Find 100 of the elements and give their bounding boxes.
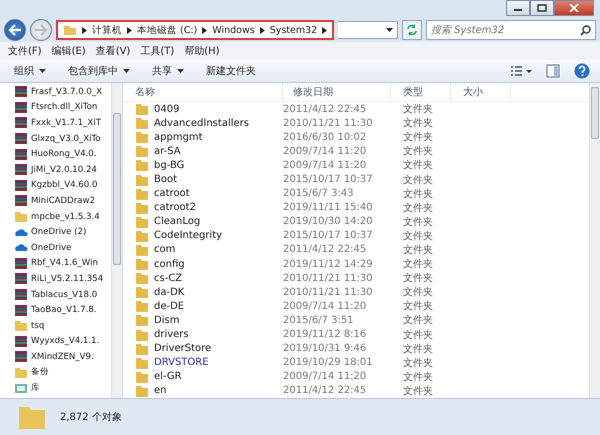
scrollbar[interactable] (589, 83, 600, 398)
menu-item[interactable]: 工具(T) (140, 44, 174, 60)
menu-item[interactable]: 帮助(H) (184, 44, 220, 60)
sidebar-item[interactable]: RiLi_V5.2.11.354 (0, 271, 111, 287)
file-name[interactable]: drivers (123, 328, 283, 341)
file-name[interactable]: catroot (123, 188, 283, 200)
sidebar-item[interactable]: Wyyxds_V4.1.1. (0, 334, 111, 350)
folder-icon (135, 202, 149, 214)
search-icon (580, 25, 591, 36)
toolbar-button[interactable]: 共享 (146, 62, 190, 80)
preview-pane-button[interactable] (544, 64, 562, 78)
search-field[interactable]: 搜索 System32 (426, 20, 596, 40)
menu-item[interactable]: 查看(V) (96, 44, 130, 60)
file-name[interactable]: CodeIntegrity (123, 230, 283, 242)
scrollbar[interactable] (111, 83, 122, 398)
sidebar-item[interactable]: Tablacus_V18.0 (0, 286, 111, 302)
sidebar-item[interactable]: Kgzbbl_V4.60.0 (0, 178, 111, 194)
folder-icon (135, 188, 149, 200)
archive-icon (14, 116, 28, 130)
table-cell-text: 文件夹 (402, 370, 434, 384)
table-cell-text: 2010/11/21 11:30 (283, 272, 374, 284)
sidebar-item[interactable]: mpcbe_v1.5.3.4 (0, 208, 111, 224)
file-name[interactable]: cs-CZ (123, 272, 283, 284)
file-name[interactable]: CleanLog (123, 216, 283, 228)
toolbar-button[interactable]: 组织 (8, 62, 52, 80)
file-name[interactable]: ar-SA (123, 145, 283, 158)
breadcrumb[interactable]: 计算机 (92, 24, 122, 36)
file-name[interactable]: Dism (123, 314, 283, 326)
minimize-button[interactable] (506, 0, 530, 16)
sidebar-item[interactable]: MiniCADDraw2 (0, 193, 111, 209)
file-name[interactable]: Boot (123, 174, 283, 186)
sidebar-item[interactable]: tsq (0, 318, 111, 334)
folder-icon (135, 286, 149, 298)
table-cell-text: 文件夹 (402, 384, 434, 398)
maximize-button[interactable] (530, 0, 554, 16)
file-name[interactable]: DRVSTORE (123, 356, 283, 369)
sidebar-item[interactable]: 库 (0, 380, 111, 396)
archive-icon (14, 272, 28, 286)
menu-item[interactable]: 文件(F) (8, 44, 42, 60)
table-cell-text: 文件夹 (402, 202, 434, 215)
breadcrumb[interactable]: 本地磁盘 (C:) (137, 24, 198, 36)
forward-button[interactable] (30, 19, 52, 41)
archive-icon (14, 304, 28, 317)
table-cell-text: 2016/6/30 10:02 (283, 132, 368, 143)
folder-icon (135, 300, 149, 312)
sidebar-item[interactable]: TaoBao_V1.7.8. (0, 302, 111, 318)
table-cell-text: 2011/4/12 22:45 (283, 104, 368, 115)
table-cell-text: 文件夹 (402, 116, 434, 130)
file-name[interactable]: AdvancedInstallers (123, 117, 283, 130)
address-bar[interactable]: 计算机 本地磁盘 (C:) Windows System32 (56, 20, 334, 40)
sidebar-item[interactable]: OneDrive (2) (0, 224, 111, 240)
table-cell-text: 文件夹 (402, 144, 434, 158)
table-cell-text: 文件夹 (402, 356, 434, 370)
sidebar-item[interactable]: XMindZEN_V9. (0, 349, 111, 365)
toolbar-button[interactable]: 包含到库中 (62, 62, 136, 80)
table-cell-text: 文件夹 (402, 286, 434, 300)
file-name[interactable]: 0409 (123, 103, 283, 116)
sidebar-item[interactable]: Frasf_V3.7.0.0_X (0, 84, 111, 100)
folder-icon (135, 103, 149, 116)
file-name[interactable]: com (123, 244, 283, 256)
column-header[interactable]: 名称 (123, 83, 283, 101)
sidebar-item[interactable]: 备份 (0, 364, 111, 380)
breadcrumb[interactable]: Windows (212, 24, 255, 36)
breadcrumb[interactable]: System32 (270, 24, 318, 36)
help-button[interactable] (572, 63, 592, 79)
file-name[interactable]: config (123, 258, 283, 270)
sidebar-item[interactable]: JiMi_V2.0.10.24 (0, 162, 111, 178)
column-header[interactable]: 修改日期 (283, 83, 391, 101)
file-name[interactable]: de-DE (123, 300, 283, 312)
sidebar-item[interactable]: Ftsrch.dll_XiTon (0, 100, 111, 116)
back-button[interactable] (4, 19, 26, 41)
file-name[interactable]: en (123, 384, 283, 397)
sidebar-item[interactable]: Fxxk_V1.7.1_XiT (0, 115, 111, 131)
sidebar-item[interactable]: HuoRong_V4.0. (0, 146, 111, 162)
sidebar-item[interactable]: OneDrive (0, 240, 111, 256)
refresh-button[interactable] (402, 20, 422, 40)
toolbar-button[interactable]: 新建文件夹 (200, 62, 262, 80)
file-name[interactable]: da-DK (123, 286, 283, 298)
folder-icon (135, 342, 149, 355)
folder-icon (14, 319, 28, 332)
sidebar-item[interactable]: Glxzq_V3.0_XiTo (0, 130, 111, 146)
table-cell-text: 文件夹 (402, 130, 434, 144)
sidebar-item[interactable]: Rbf_V4.1.6_Win (0, 256, 111, 272)
folder-icon (135, 314, 149, 326)
view-options-button[interactable] (508, 65, 534, 77)
file-name[interactable]: appmgmt (123, 131, 283, 144)
file-name[interactable]: catroot2 (123, 202, 283, 214)
table-cell-text: 文件夹 (402, 174, 434, 187)
archive-icon (14, 132, 28, 146)
folder-icon (135, 244, 149, 256)
table-cell-text: 2015/6/7 3:51 (283, 314, 355, 326)
column-header[interactable]: 大小 (451, 83, 511, 101)
file-name[interactable]: bg-BG (123, 159, 283, 172)
file-name[interactable]: el-GR (123, 370, 283, 383)
archive-icon (14, 334, 28, 348)
close-button[interactable] (554, 0, 594, 16)
column-header[interactable]: 类型 (391, 83, 451, 101)
menu-item[interactable]: 编辑(E) (52, 44, 86, 60)
file-name[interactable]: DriverStore (123, 342, 283, 355)
chevron-icon (127, 26, 132, 34)
